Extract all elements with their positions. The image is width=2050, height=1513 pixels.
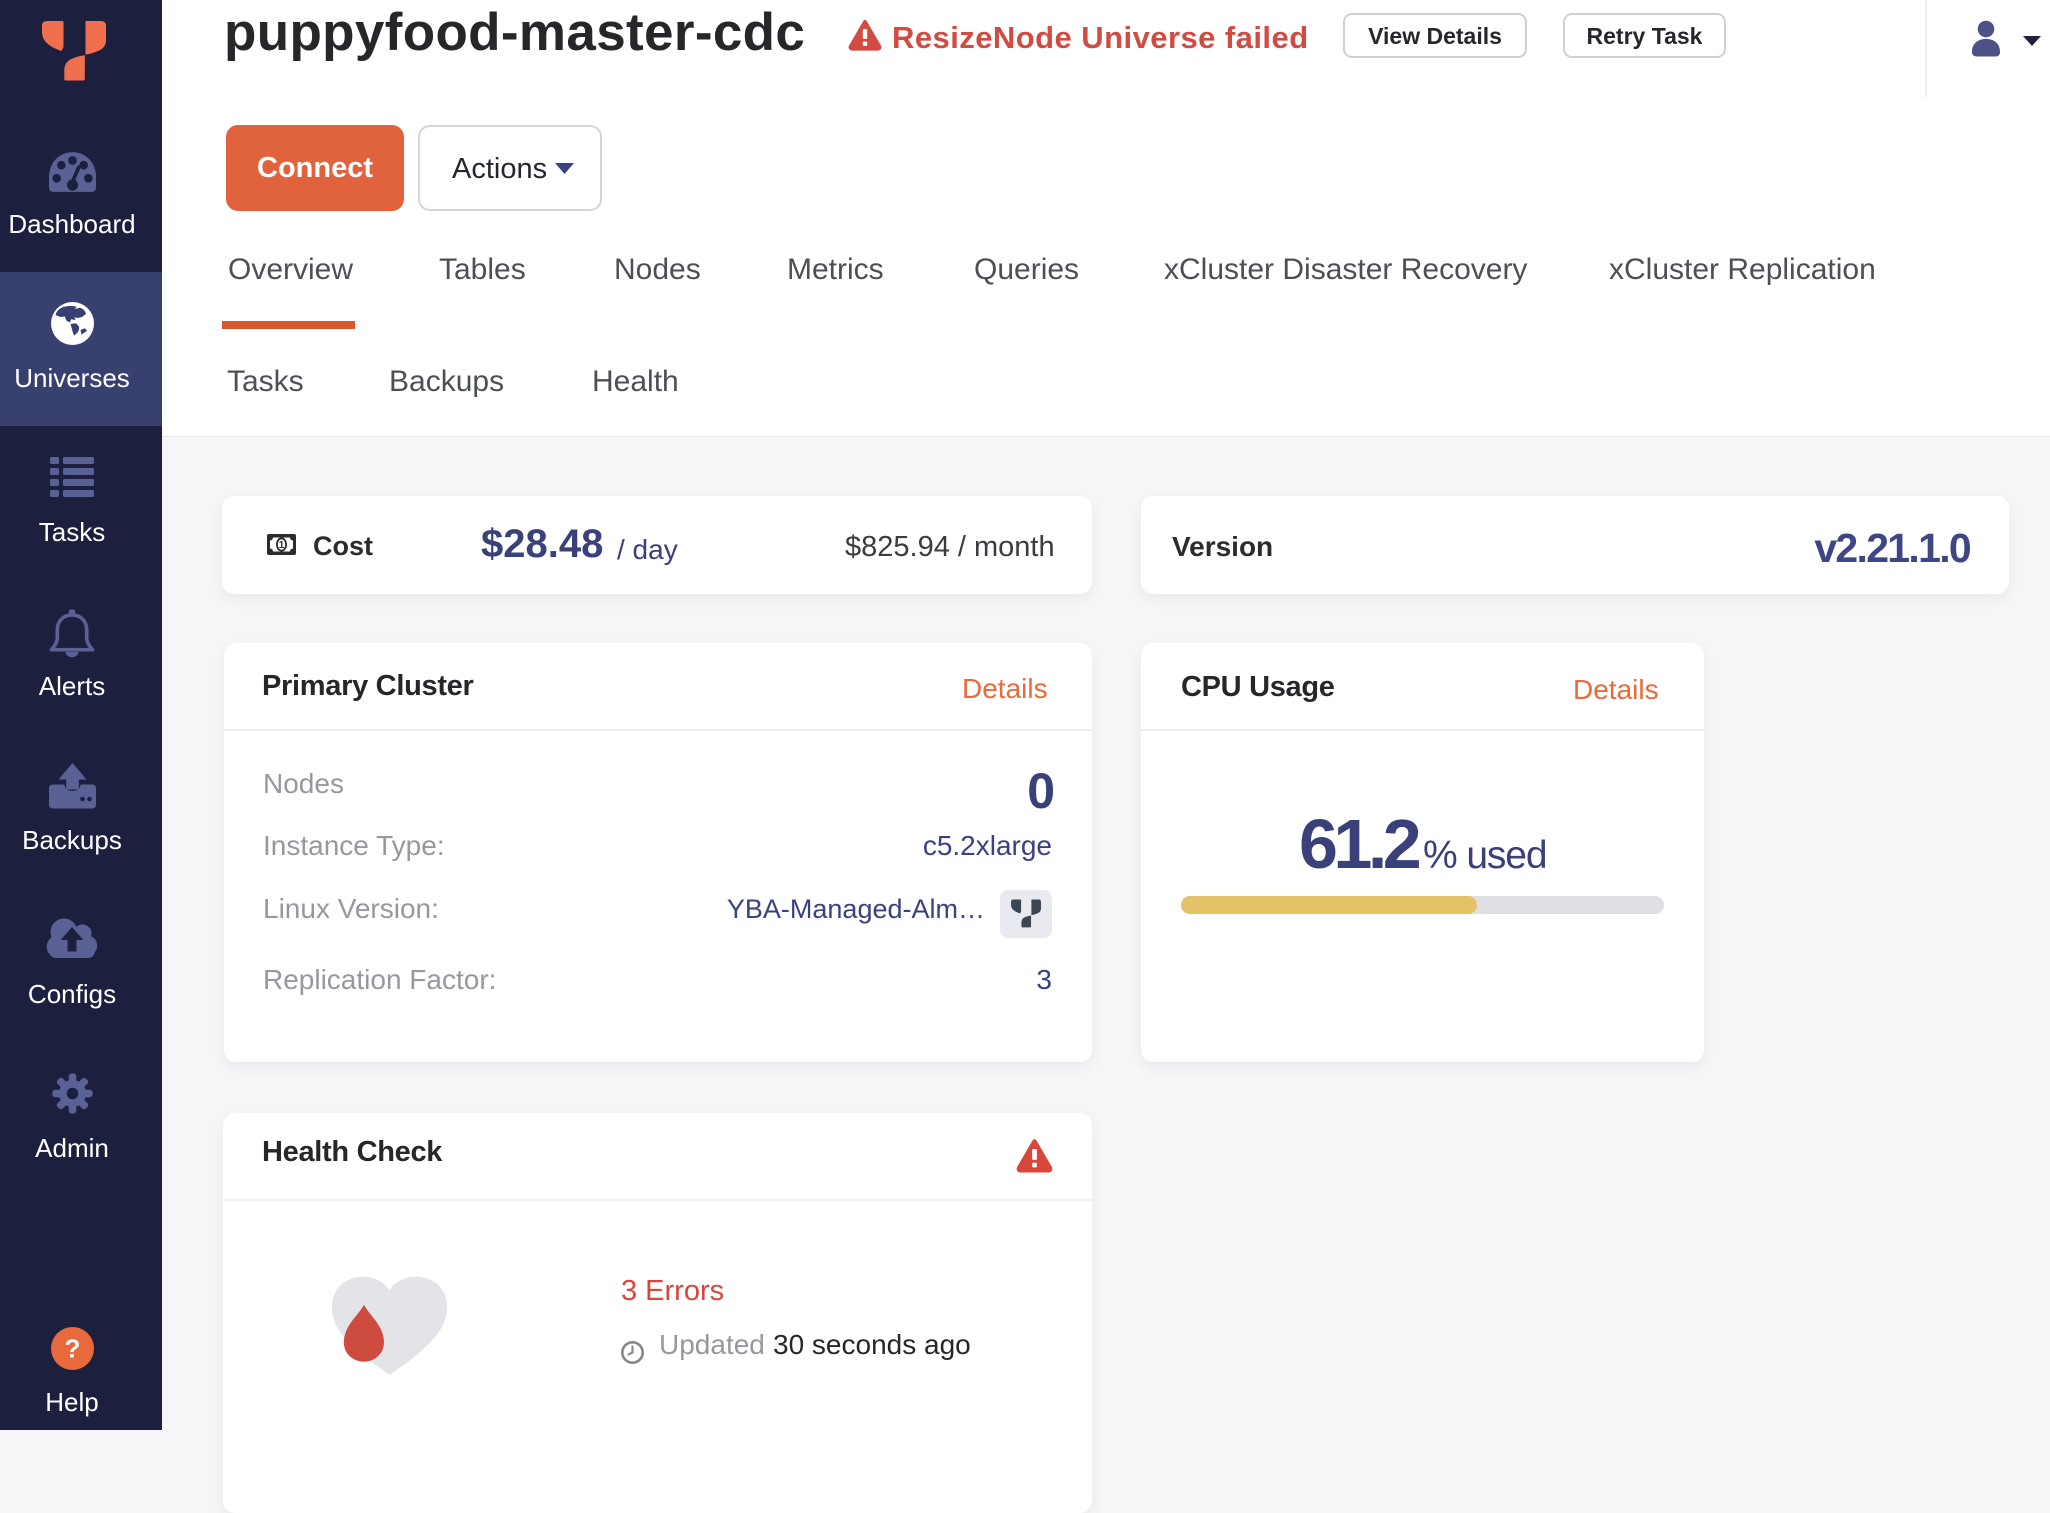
svg-text:1: 1 (279, 540, 285, 551)
svg-text:?: ? (64, 1334, 80, 1364)
